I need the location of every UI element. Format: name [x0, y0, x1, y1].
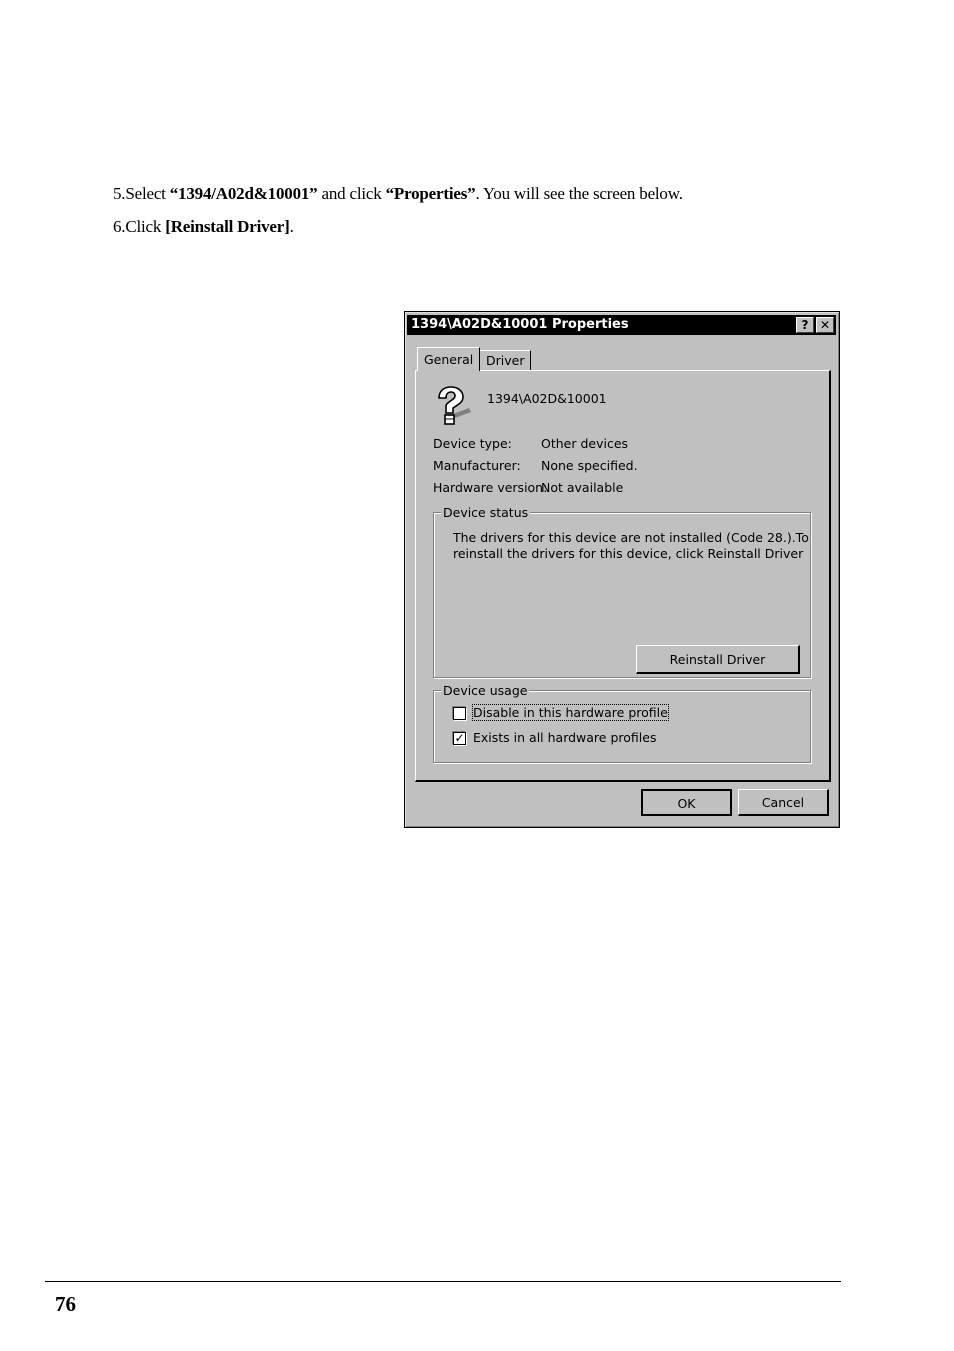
exists-all-profiles-label[interactable]: Exists in all hardware profiles — [473, 730, 656, 745]
dialog-title: 1394\A02D&10001 Properties — [411, 317, 629, 332]
step5-device: “1394/A02d&10001” — [169, 184, 318, 203]
instruction-step-5: 5.Select “1394/A02d&10001” and click “Pr… — [113, 184, 683, 204]
close-button[interactable]: ✕ — [816, 317, 834, 333]
step5-middle: and click — [317, 184, 386, 203]
step5-suffix: . You will see the screen below. — [475, 184, 683, 203]
step6-action: [Reinstall Driver] — [165, 217, 290, 236]
cancel-button[interactable]: Cancel — [738, 789, 829, 816]
reinstall-driver-button[interactable]: Reinstall Driver — [636, 645, 800, 674]
step5-action: “Properties” — [385, 184, 476, 203]
device-usage-legend: Device usage — [441, 683, 530, 698]
help-button[interactable]: ? — [796, 317, 814, 333]
disable-profile-checkbox[interactable] — [453, 707, 466, 720]
device-status-line-2: reinstall the drivers for this device, c… — [453, 546, 804, 561]
tab-driver[interactable]: Driver — [479, 350, 532, 370]
device-status-line-1: The drivers for this device are not inst… — [453, 530, 809, 545]
exists-all-profiles-checkbox[interactable]: ✓ — [453, 732, 466, 745]
manufacturer-value: None specified. — [541, 458, 638, 473]
instruction-step-6: 6.Click [Reinstall Driver]. — [113, 217, 294, 237]
device-name: 1394\A02D&10001 — [487, 391, 607, 406]
disable-profile-label[interactable]: Disable in this hardware profile — [472, 704, 669, 721]
ok-button[interactable]: OK — [641, 789, 732, 816]
step5-prefix: 5.Select — [113, 184, 170, 203]
tab-general[interactable]: General — [417, 347, 481, 371]
hardware-version-label: Hardware version: — [433, 480, 548, 495]
device-type-value: Other devices — [541, 436, 629, 451]
hardware-version-value: Not available — [541, 480, 624, 495]
manufacturer-label: Manufacturer: — [433, 458, 521, 473]
device-status-legend: Device status — [441, 505, 531, 520]
page-number: 76 — [55, 1292, 76, 1316]
step6-prefix: 6.Click — [113, 217, 166, 236]
dialog-titlebar[interactable]: 1394\A02D&10001 Properties ? ✕ — [407, 315, 836, 335]
footer-rule — [45, 1281, 841, 1282]
properties-dialog: 1394\A02D&10001 Properties ? ✕ General D… — [404, 311, 840, 828]
device-usage-group — [433, 690, 811, 763]
question-mark-device-icon — [438, 386, 471, 425]
device-type-label: Device type: — [433, 436, 512, 451]
step6-suffix: . — [289, 217, 294, 236]
